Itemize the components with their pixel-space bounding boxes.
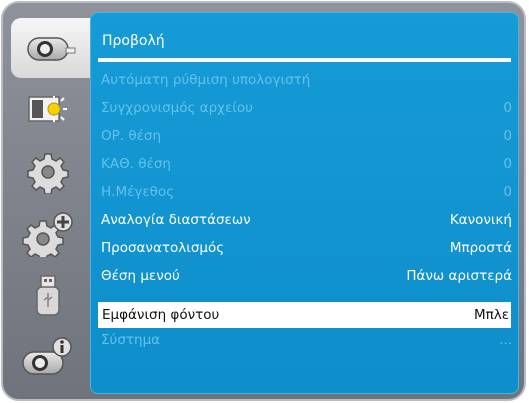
menu-item-label: Προσανατολισμός bbox=[101, 240, 225, 256]
menu-item-h-position: ΟΡ. θέση 0 bbox=[91, 123, 518, 149]
sidebar-item-picture[interactable] bbox=[9, 80, 87, 140]
menu-item-label: Αυτόματη ρύθμιση υπολογιστή bbox=[101, 72, 311, 88]
projector-icon bbox=[25, 28, 79, 68]
menu-item-label: Η.Μέγεθος bbox=[101, 184, 175, 200]
usb-icon bbox=[28, 273, 68, 319]
menu-item-value: 0 bbox=[503, 128, 512, 144]
menu-item-value: Μπλε bbox=[473, 307, 509, 323]
menu-item-v-position: ΚΑΘ. θέση 0 bbox=[91, 151, 518, 177]
page-title: Προβολή bbox=[102, 33, 165, 49]
menu-item-label: Θέση μενού bbox=[101, 268, 180, 284]
menu-item-label: Συγχρονισμός αρχείου bbox=[101, 100, 253, 116]
settings-panel: Προβολή Αυτόματη ρύθμιση υπολογιστή Συγχ… bbox=[90, 12, 519, 394]
menu-item-value: Μπροστά bbox=[449, 240, 512, 256]
gear-icon bbox=[23, 150, 73, 194]
menu-item-aspect-ratio[interactable]: Αναλογία διαστάσεων Κανονική bbox=[91, 207, 518, 233]
menu-item-auto-pc-adjust: Αυτόματη ρύθμιση υπολογιστή bbox=[91, 67, 518, 93]
menu-item-value: Πάνω αριστερά bbox=[406, 268, 512, 284]
menu-item-label: Σύστημα bbox=[101, 332, 161, 348]
menu-item-label: ΚΑΘ. θέση bbox=[101, 156, 171, 172]
menu-item-label: Αναλογία διαστάσεων bbox=[101, 212, 251, 228]
menu-item-value: 0 bbox=[503, 100, 512, 116]
sidebar-item-display[interactable] bbox=[11, 18, 93, 78]
title-divider bbox=[98, 58, 511, 62]
category-sidebar bbox=[9, 12, 93, 392]
menu-item-value: ... bbox=[499, 332, 512, 348]
menu-item-label: ΟΡ. θέση bbox=[101, 128, 162, 144]
sidebar-item-expanded-setting[interactable] bbox=[9, 204, 87, 264]
osd-menu-window: Προβολή Αυτόματη ρύθμιση υπολογιστή Συγχ… bbox=[1, 1, 526, 401]
gear-plus-icon bbox=[20, 211, 76, 257]
menu-item-file-sync: Συγχρονισμός αρχείου 0 bbox=[91, 95, 518, 121]
menu-item-label: Εμφάνιση φόντου bbox=[102, 307, 220, 323]
menu-item-value: 0 bbox=[503, 156, 512, 172]
menu-item-h-size: Η.Μέγεθος 0 bbox=[91, 179, 518, 205]
sidebar-item-setting[interactable] bbox=[9, 142, 87, 202]
menu-item-value: Κανονική bbox=[449, 212, 512, 228]
menu-item-orientation[interactable]: Προσανατολισμός Μπροστά bbox=[91, 235, 518, 261]
picture-brightness-icon bbox=[23, 90, 73, 130]
sidebar-item-information[interactable] bbox=[9, 328, 87, 388]
menu-item-menu-position[interactable]: Θέση μενού Πάνω αριστερά bbox=[91, 263, 518, 289]
menu-item-background-display[interactable]: Εμφάνιση φόντου Μπλε bbox=[98, 302, 511, 328]
menu-item-value: 0 bbox=[503, 184, 512, 200]
projector-info-icon bbox=[20, 336, 76, 380]
menu-item-system: Σύστημα ... bbox=[91, 327, 518, 353]
sidebar-item-usb[interactable] bbox=[9, 266, 87, 326]
